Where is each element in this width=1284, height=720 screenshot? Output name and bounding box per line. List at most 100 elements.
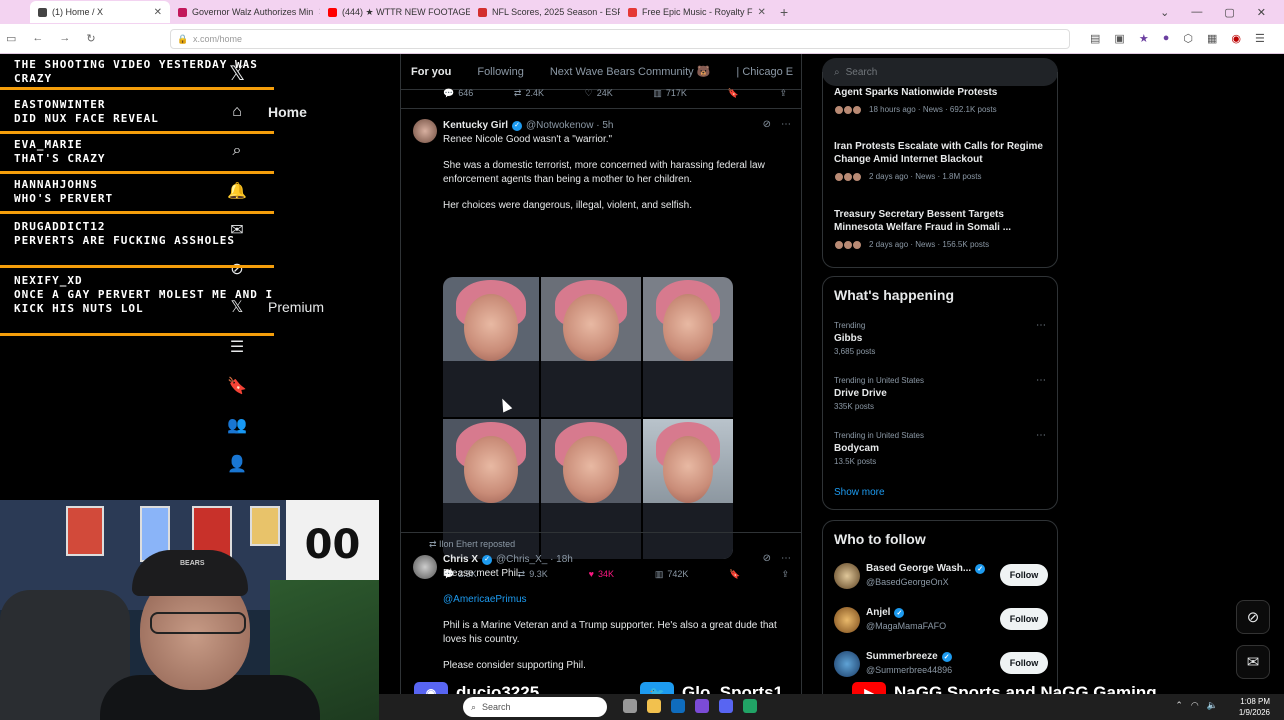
chat-text: THE SHOOTING VIDEO YESTERDAY WAS CRAZY	[14, 58, 258, 85]
maximize-icon[interactable]: ▢	[1224, 6, 1234, 19]
clock-date: 1/9/2026	[1238, 708, 1270, 717]
tab-x-home[interactable]: (1) Home / X ✕	[30, 1, 170, 23]
firefox-icon[interactable]	[695, 699, 709, 713]
nav-lists[interactable]: ☰	[226, 336, 248, 358]
profile-icon[interactable]: ◉	[1231, 32, 1241, 45]
taskbar-search[interactable]: ⌕ Search	[463, 697, 607, 717]
share-button[interactable]: ⇪	[779, 88, 787, 99]
follow-suggestion[interactable]: Anjel ✓ @MagaMamaFAFO Follow	[834, 605, 1048, 635]
tray-chevron-icon[interactable]: ⌃	[1175, 700, 1183, 711]
author-handle[interactable]: @Notwokenow · 5h	[526, 119, 613, 133]
grok-floating-button[interactable]: ⊘	[1236, 600, 1270, 634]
back-icon[interactable]: ←	[32, 32, 43, 45]
close-tab-icon[interactable]: ✕	[758, 7, 766, 18]
reload-icon[interactable]: ↻	[86, 32, 95, 45]
trend-item[interactable]: Trending in United States Drive Drive 33…	[834, 374, 1048, 413]
avatar[interactable]	[834, 563, 860, 589]
follow-suggestion[interactable]: Based George Wash... ✓ @BasedGeorgeOnX Fo…	[834, 561, 1048, 591]
follow-suggestion[interactable]: Summerbreeze ✓ @Summerbree44896 Follow	[834, 649, 1048, 679]
messages-floating-button[interactable]: ✉	[1236, 645, 1270, 679]
task-view-icon[interactable]	[623, 699, 637, 713]
system-tray: ⌃ ◠ 🔈	[1175, 700, 1218, 711]
tab-espn[interactable]: NFL Scores, 2025 Season - ESPN ✕	[470, 1, 620, 23]
news-box: Agent Sparks Nationwide Protests 18 hour…	[822, 72, 1058, 268]
tab-following[interactable]: Following	[477, 66, 523, 78]
author-name[interactable]: Chris X	[443, 553, 478, 567]
tab-governor-walz[interactable]: Governor Walz Authorizes Min ✕	[170, 1, 320, 23]
tab-community[interactable]: Next Wave Bears Community 🐻	[550, 65, 711, 78]
like-button[interactable]: ♡ 24K	[585, 88, 613, 99]
url-field[interactable]: 🔒 x.com/home	[170, 28, 1070, 49]
follow-button[interactable]: Follow	[1000, 564, 1048, 586]
post-chris-x[interactable]: ⇄ Ilon Ehert reposted ⊘ ⋯ Chris X ✓ @Chr…	[401, 532, 801, 694]
repost-indicator: ⇄ Ilon Ehert reposted	[429, 539, 515, 550]
taskbar-clock[interactable]: 1:08 PM 1/9/2026	[1239, 696, 1270, 718]
tab-label: Governor Walz Authorizes Min	[192, 7, 314, 17]
media-image[interactable]	[443, 277, 539, 417]
avatar[interactable]	[834, 607, 860, 633]
tab-for-you[interactable]: For you	[411, 66, 451, 78]
tab-youtube[interactable]: (444) ★ WTTR NEW FOOTAGE ✕	[320, 1, 470, 23]
volume-icon[interactable]: 🔈	[1207, 700, 1218, 711]
news-item[interactable]: Agent Sparks Nationwide Protests 18 hour…	[834, 86, 1050, 116]
follow-button[interactable]: Follow	[1000, 608, 1048, 630]
close-tab-icon[interactable]: ✕	[154, 7, 162, 18]
file-explorer-icon[interactable]	[647, 699, 661, 713]
screenshot-icon[interactable]: ▣	[1114, 32, 1124, 45]
avatar[interactable]	[413, 555, 437, 579]
repost-button[interactable]: ⇄ 2.4K	[514, 88, 544, 99]
minimize-icon[interactable]: —	[1191, 6, 1202, 19]
post-media-grid[interactable]	[443, 277, 733, 559]
post-kentucky-girl[interactable]: ⊘ ⋯ Kentucky Girl ✓ @Notwokenow · 5h Ren…	[401, 108, 801, 579]
trend-name: Bodycam	[834, 443, 880, 454]
wallet-icon[interactable]: ▦	[1207, 32, 1217, 45]
media-image[interactable]	[541, 277, 641, 417]
app-icon[interactable]	[743, 699, 757, 713]
more-icon[interactable]: ⋯	[1036, 429, 1046, 442]
chat-message: DRUGADDICT12 PERVERTS ARE FUCKING ASSHOL…	[0, 220, 274, 268]
mention-link[interactable]: @AmericaePrimus	[443, 593, 783, 607]
tab-label: NFL Scores, 2025 Season - ESPN	[492, 7, 620, 17]
nav-communities[interactable]: 👥	[226, 414, 248, 436]
nav-profile[interactable]: 👤	[226, 453, 248, 475]
chat-text: DID NUX FACE REVEAL	[14, 112, 159, 125]
more-icon[interactable]: ⋯	[1036, 319, 1046, 332]
discord-icon[interactable]	[719, 699, 733, 713]
bookmark-star-icon[interactable]: ★	[1139, 32, 1149, 45]
bookmark-button[interactable]: 🔖	[728, 88, 739, 99]
trend-item[interactable]: Trending in United States Bodycam 13.5K …	[834, 429, 1048, 468]
trend-count: 3,685 posts	[834, 347, 876, 356]
tab-chicago[interactable]: | Chicago E	[736, 66, 793, 78]
tab-list-icon[interactable]: ⌄	[1160, 6, 1169, 19]
wifi-icon[interactable]: ◠	[1191, 700, 1199, 711]
nav-bookmarks[interactable]: 🔖	[226, 375, 248, 397]
new-tab-button[interactable]: +	[770, 4, 798, 20]
avatar[interactable]	[413, 119, 437, 143]
news-item[interactable]: Iran Protests Escalate with Calls for Re…	[834, 140, 1050, 183]
follow-button[interactable]: Follow	[1000, 652, 1048, 674]
close-window-icon[interactable]: ✕	[1257, 6, 1266, 19]
nav-buttons: ▭ ← → ↻	[0, 32, 170, 45]
show-more-link[interactable]: Show more	[834, 487, 885, 498]
forward-icon[interactable]: →	[59, 32, 70, 45]
media-image[interactable]	[643, 277, 733, 417]
window-controls: ⌄ — ▢ ✕	[1160, 6, 1284, 19]
shield-icon[interactable]: ⬡	[1183, 32, 1193, 45]
post-text: She was a domestic terrorist, more conce…	[443, 160, 765, 185]
author-handle[interactable]: @Chris_X_ · 18h	[496, 553, 573, 567]
news-item[interactable]: Treasury Secretary Bessent Targets Minne…	[834, 208, 1050, 251]
views-button[interactable]: ▥ 717K	[653, 88, 687, 99]
news-meta-text: 18 hours ago · News · 692.1K posts	[869, 105, 997, 114]
author-name[interactable]: Kentucky Girl	[443, 119, 508, 133]
edge-icon[interactable]	[671, 699, 685, 713]
avatar[interactable]	[834, 651, 860, 677]
trend-item[interactable]: Trending Gibbs 3,685 posts ⋯	[834, 319, 1048, 358]
tab-music[interactable]: Free Epic Music - Royalty F ✕	[620, 1, 770, 23]
chat-user: EVA_MARIE	[14, 138, 83, 151]
extension-icon[interactable]: ●	[1163, 32, 1170, 45]
sidebar-toggle-icon[interactable]: ▭	[6, 32, 16, 45]
reply-button[interactable]: 💬 646	[443, 88, 473, 99]
reader-icon[interactable]: ▤	[1090, 32, 1100, 45]
more-icon[interactable]: ⋯	[1036, 374, 1046, 387]
menu-icon[interactable]: ☰	[1255, 32, 1265, 45]
